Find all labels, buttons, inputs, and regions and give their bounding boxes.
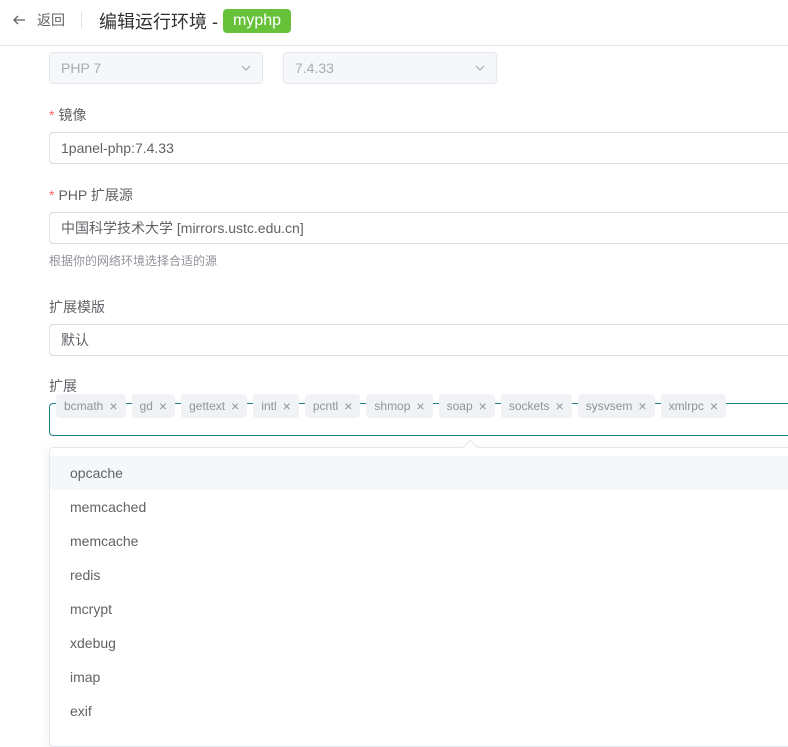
- extension-tag-label: gd: [139, 399, 153, 413]
- ext-template-select[interactable]: 默认: [49, 324, 788, 356]
- extension-tag-label: pcntl: [312, 399, 339, 413]
- extension-tag: sysvsem ×: [577, 394, 655, 418]
- close-icon[interactable]: ×: [109, 398, 117, 414]
- dropdown-option[interactable]: redis: [50, 558, 788, 592]
- ext-source-value: 中国科学技术大学 [mirrors.ustc.edu.cn]: [61, 220, 304, 236]
- extension-tag: shmop ×: [366, 394, 433, 418]
- extensions-select[interactable]: bcmath × gd × gettext × intl × pcntl × shmop × soap ×…: [49, 394, 788, 436]
- image-input[interactable]: 1panel-php:7.4.33: [49, 132, 788, 164]
- extension-tag: sockets ×: [500, 394, 572, 418]
- extension-tag: xmlrpc ×: [660, 394, 727, 418]
- extension-tag: bcmath ×: [56, 394, 126, 418]
- dropdown-option[interactable]: xdebug: [50, 626, 788, 660]
- extension-tag-label: sockets: [508, 399, 550, 413]
- arrow-left-icon: [13, 15, 25, 25]
- chevron-down-icon: [241, 65, 251, 71]
- extension-tag-label: intl: [261, 399, 277, 413]
- ext-source-label: * PHP 扩展源: [49, 187, 133, 203]
- image-label: * 镜像: [49, 107, 87, 123]
- php-type-select[interactable]: PHP 7: [49, 52, 263, 84]
- extension-tag: gettext ×: [181, 394, 248, 418]
- extension-tag-label: soap: [446, 399, 473, 413]
- extensions-dropdown: opcache memcached memcache redis mcrypt xdebu…: [49, 439, 788, 747]
- php-version-select[interactable]: 7.4.33: [283, 52, 497, 84]
- extension-tag: soap ×: [438, 394, 495, 418]
- page-header: 返回 编辑运行环境 - myphp: [0, 0, 788, 46]
- dropdown-option[interactable]: exif: [50, 694, 788, 728]
- close-icon[interactable]: ×: [231, 398, 239, 414]
- chevron-down-icon: [475, 65, 485, 71]
- page-title-text: 编辑运行环境 -: [99, 12, 218, 32]
- dropdown-option[interactable]: mcrypt: [50, 592, 788, 626]
- extension-tags: bcmath × gd × gettext × intl × pcntl × shmop × soap ×…: [56, 394, 727, 418]
- php-type-value: PHP 7: [61, 60, 102, 76]
- ext-source-help: 根据你的网络环境选择合适的源: [49, 254, 218, 268]
- close-icon[interactable]: ×: [344, 398, 352, 414]
- dropdown-arrow: [462, 439, 479, 456]
- close-icon[interactable]: ×: [479, 398, 487, 414]
- page-title: 编辑运行环境 - myphp: [99, 8, 292, 34]
- dropdown-option[interactable]: imap: [50, 660, 788, 694]
- ext-template-value: 默认: [61, 332, 89, 348]
- back-button[interactable]: 返回: [12, 10, 65, 30]
- dropdown-option[interactable]: memcache: [50, 524, 788, 558]
- extensions-label: 扩展: [49, 378, 77, 394]
- extension-tag-label: gettext: [189, 399, 226, 413]
- extension-tag-label: xmlrpc: [668, 399, 704, 413]
- close-icon[interactable]: ×: [556, 398, 564, 414]
- ext-template-label: 扩展模版: [49, 299, 105, 315]
- extension-tag-label: sysvsem: [585, 399, 633, 413]
- extension-tag: gd ×: [131, 394, 176, 418]
- back-label: 返回: [37, 12, 65, 28]
- close-icon[interactable]: ×: [638, 398, 646, 414]
- close-icon[interactable]: ×: [283, 398, 291, 414]
- extension-tag-label: bcmath: [64, 399, 104, 413]
- extension-tag: pcntl ×: [304, 394, 361, 418]
- dropdown-option[interactable]: memcached: [50, 490, 788, 524]
- dropdown-option[interactable]: opcache: [50, 456, 788, 490]
- extension-tag: intl ×: [253, 394, 299, 418]
- close-icon[interactable]: ×: [416, 398, 424, 414]
- env-name-tag: myphp: [223, 9, 292, 33]
- extension-tag-label: shmop: [374, 399, 411, 413]
- header-divider: [81, 12, 82, 28]
- php-version-value: 7.4.33: [295, 60, 334, 76]
- close-icon[interactable]: ×: [159, 398, 167, 414]
- ext-source-select[interactable]: 中国科学技术大学 [mirrors.ustc.edu.cn]: [49, 212, 788, 244]
- close-icon[interactable]: ×: [710, 398, 718, 414]
- image-value: 1panel-php:7.4.33: [61, 140, 174, 156]
